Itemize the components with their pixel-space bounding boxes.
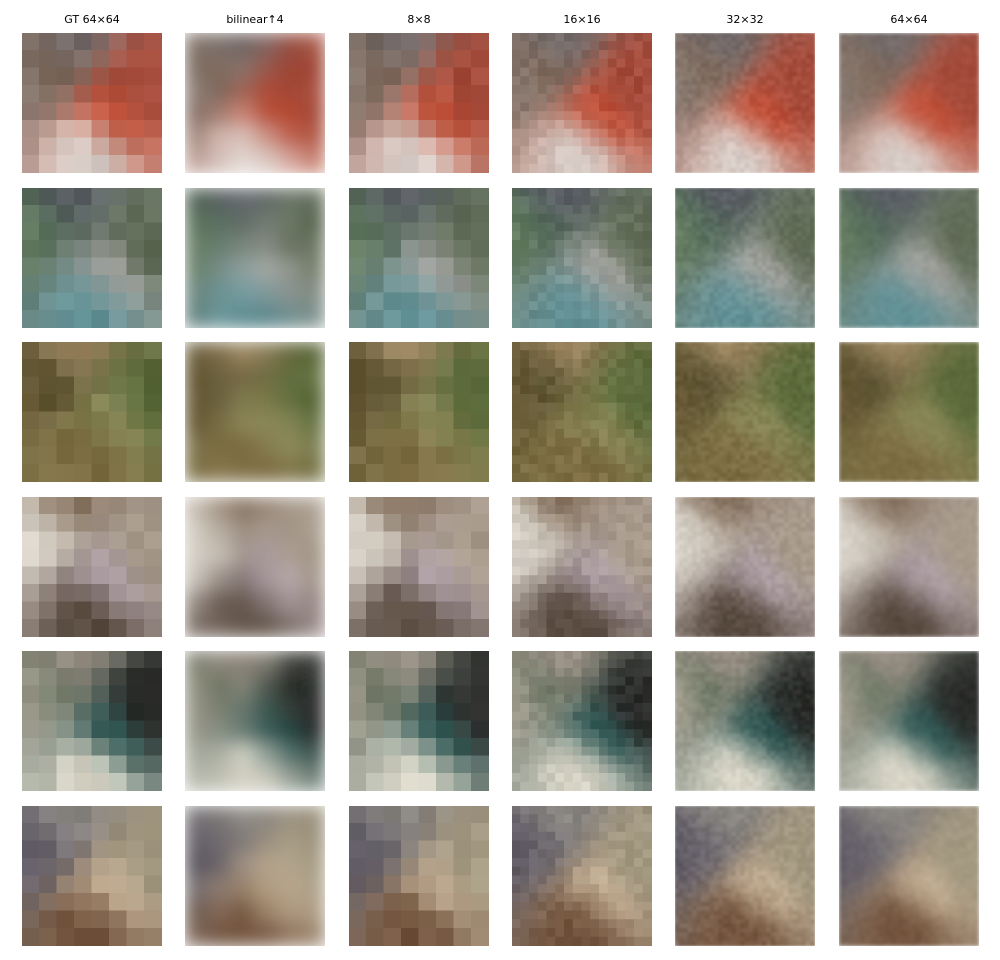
image-tile-deer-32x32 xyxy=(675,342,815,482)
image-tile-bird-8x8 xyxy=(349,497,489,637)
image-tile-deer-bilinear xyxy=(185,342,325,482)
image-tile-horse-rider-16x16 xyxy=(512,651,652,791)
image-tile-horse-8x8 xyxy=(349,806,489,946)
column-title-32x32: 32×32 xyxy=(675,13,815,26)
image-tile-truck-32x32 xyxy=(675,188,815,328)
image-horse-64x64 xyxy=(839,806,979,946)
image-truck-bilinear xyxy=(185,188,325,328)
image-car-64x64 xyxy=(839,33,979,173)
image-car-16x16 xyxy=(512,33,652,173)
image-horse-rider-16x16 xyxy=(512,651,652,791)
image-tile-car-8x8 xyxy=(349,33,489,173)
image-tile-horse-bilinear xyxy=(185,806,325,946)
image-horse-bilinear xyxy=(185,806,325,946)
image-tile-bird-64x64 xyxy=(839,497,979,637)
image-tile-car-32x32 xyxy=(675,33,815,173)
image-tile-horse-16x16 xyxy=(512,806,652,946)
image-bird-8x8 xyxy=(349,497,489,637)
image-truck-gt xyxy=(22,188,162,328)
image-tile-horse-rider-gt xyxy=(22,651,162,791)
image-truck-8x8 xyxy=(349,188,489,328)
image-horse-rider-gt xyxy=(22,651,162,791)
image-tile-horse-64x64 xyxy=(839,806,979,946)
image-bird-bilinear xyxy=(185,497,325,637)
column-title-bilinear: bilinear↑4 xyxy=(185,13,325,26)
image-tile-car-16x16 xyxy=(512,33,652,173)
image-horse-8x8 xyxy=(349,806,489,946)
super-resolution-comparison-grid: GT 64×64 bilinear↑4 8×8 16×16 32×32 64×6… xyxy=(0,0,1000,960)
image-tile-horse-rider-bilinear xyxy=(185,651,325,791)
column-title-16x16: 16×16 xyxy=(512,13,652,26)
image-car-gt xyxy=(22,33,162,173)
image-tile-truck-64x64 xyxy=(839,188,979,328)
image-tile-horse-rider-32x32 xyxy=(675,651,815,791)
image-tile-deer-8x8 xyxy=(349,342,489,482)
image-car-8x8 xyxy=(349,33,489,173)
image-tile-deer-16x16 xyxy=(512,342,652,482)
image-tile-deer-gt xyxy=(22,342,162,482)
image-deer-16x16 xyxy=(512,342,652,482)
image-tile-bird-bilinear xyxy=(185,497,325,637)
image-deer-bilinear xyxy=(185,342,325,482)
image-deer-gt xyxy=(22,342,162,482)
image-tile-horse-32x32 xyxy=(675,806,815,946)
image-deer-8x8 xyxy=(349,342,489,482)
image-bird-64x64 xyxy=(839,497,979,637)
image-tile-truck-8x8 xyxy=(349,188,489,328)
column-title-64x64: 64×64 xyxy=(839,13,979,26)
image-tile-bird-32x32 xyxy=(675,497,815,637)
image-truck-64x64 xyxy=(839,188,979,328)
image-horse-rider-32x32 xyxy=(675,651,815,791)
image-tile-horse-rider-8x8 xyxy=(349,651,489,791)
image-tile-deer-64x64 xyxy=(839,342,979,482)
image-bird-32x32 xyxy=(675,497,815,637)
image-horse-rider-64x64 xyxy=(839,651,979,791)
image-horse-gt xyxy=(22,806,162,946)
column-title-8x8: 8×8 xyxy=(349,13,489,26)
image-tile-car-bilinear xyxy=(185,33,325,173)
image-tile-truck-gt xyxy=(22,188,162,328)
image-car-bilinear xyxy=(185,33,325,173)
image-truck-16x16 xyxy=(512,188,652,328)
image-deer-32x32 xyxy=(675,342,815,482)
image-tile-bird-gt xyxy=(22,497,162,637)
image-bird-gt xyxy=(22,497,162,637)
image-tile-horse-gt xyxy=(22,806,162,946)
image-horse-rider-bilinear xyxy=(185,651,325,791)
image-truck-32x32 xyxy=(675,188,815,328)
image-car-32x32 xyxy=(675,33,815,173)
image-tile-bird-16x16 xyxy=(512,497,652,637)
image-tile-truck-bilinear xyxy=(185,188,325,328)
image-deer-64x64 xyxy=(839,342,979,482)
image-tile-car-64x64 xyxy=(839,33,979,173)
image-horse-16x16 xyxy=(512,806,652,946)
column-title-gt: GT 64×64 xyxy=(22,13,162,26)
image-bird-16x16 xyxy=(512,497,652,637)
image-horse-rider-8x8 xyxy=(349,651,489,791)
image-tile-car-gt xyxy=(22,33,162,173)
image-tile-horse-rider-64x64 xyxy=(839,651,979,791)
image-horse-32x32 xyxy=(675,806,815,946)
image-tile-truck-16x16 xyxy=(512,188,652,328)
